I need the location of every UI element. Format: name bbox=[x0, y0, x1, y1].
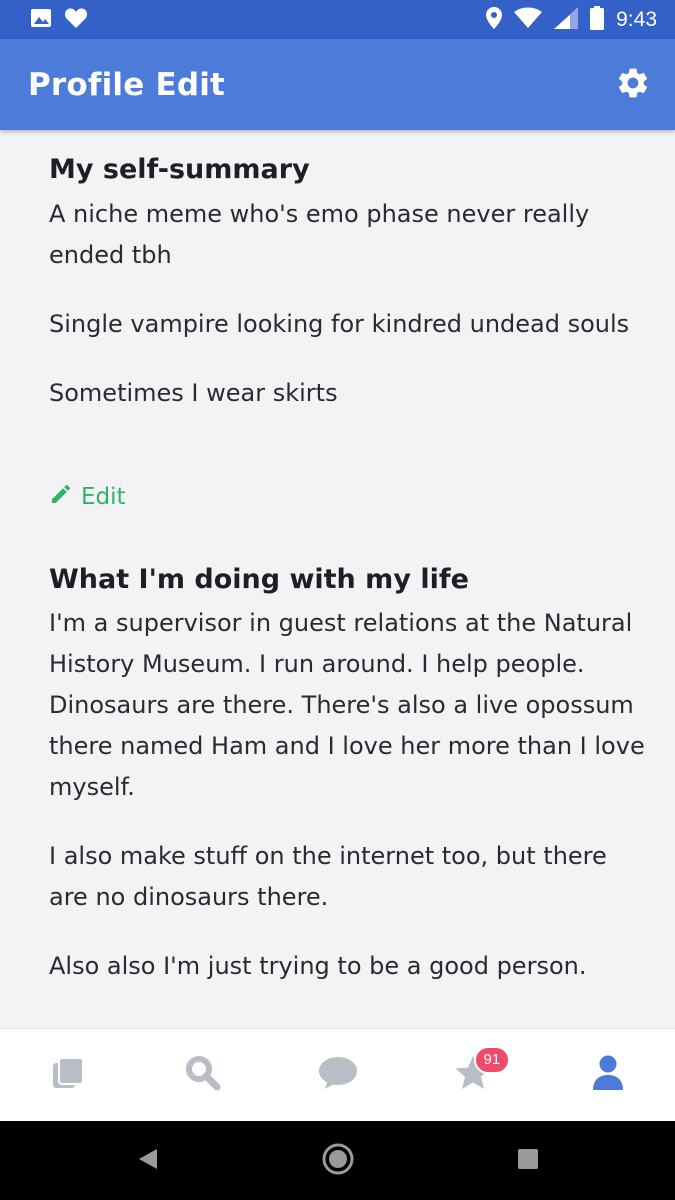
nav-search[interactable] bbox=[168, 1040, 238, 1110]
image-icon bbox=[30, 8, 52, 32]
chat-icon bbox=[318, 1055, 358, 1095]
self-summary-paragraph: Sometimes I wear skirts bbox=[49, 379, 338, 407]
battery-icon bbox=[590, 5, 605, 34]
pencil-icon bbox=[49, 482, 73, 512]
nav-likes[interactable]: 91 bbox=[438, 1040, 511, 1110]
life-body: I'm a supervisor in guest relations at t… bbox=[49, 603, 645, 987]
life-paragraph: I also make stuff on the internet too, b… bbox=[49, 842, 607, 911]
life-paragraph: I'm a supervisor in guest relations at t… bbox=[49, 609, 645, 801]
bottom-nav: 91 bbox=[0, 1028, 675, 1121]
section-title-life: What I'm doing with my life bbox=[49, 564, 469, 595]
edit-label: Edit bbox=[81, 484, 126, 510]
status-left bbox=[30, 7, 88, 33]
wifi-icon bbox=[514, 7, 543, 33]
cards-icon bbox=[50, 1055, 86, 1095]
back-triangle-icon bbox=[137, 1147, 159, 1175]
home-circle-icon bbox=[321, 1142, 355, 1180]
self-summary-paragraph: A niche meme who's emo phase never reall… bbox=[49, 200, 590, 269]
search-icon bbox=[184, 1054, 222, 1096]
life-paragraph: Also also I'm just trying to be a good p… bbox=[49, 952, 587, 980]
nav-cards[interactable] bbox=[33, 1040, 103, 1110]
home-button[interactable] bbox=[313, 1136, 363, 1186]
system-nav-bar bbox=[0, 1121, 675, 1200]
settings-button[interactable] bbox=[613, 65, 653, 105]
likes-count-badge: 91 bbox=[473, 1046, 511, 1074]
section-title-self-summary: My self-summary bbox=[49, 154, 310, 185]
page-title: Profile Edit bbox=[28, 66, 226, 103]
recents-button[interactable] bbox=[503, 1136, 553, 1186]
self-summary-paragraph: Single vampire looking for kindred undea… bbox=[49, 310, 630, 338]
status-right: 9:43 bbox=[486, 5, 657, 34]
app-bar: Profile Edit bbox=[0, 39, 675, 130]
location-icon bbox=[486, 6, 503, 33]
profile-icon bbox=[591, 1054, 625, 1096]
nav-messages[interactable] bbox=[303, 1040, 373, 1110]
self-summary-body: A niche meme who's emo phase never reall… bbox=[49, 194, 645, 414]
status-time: 9:43 bbox=[616, 7, 657, 31]
signal-icon bbox=[554, 6, 579, 33]
profile-content[interactable]: My self-summary A niche meme who's emo p… bbox=[0, 130, 675, 1028]
heart-icon bbox=[64, 7, 88, 33]
recents-square-icon bbox=[516, 1147, 540, 1175]
gear-icon bbox=[615, 65, 651, 105]
nav-profile[interactable] bbox=[573, 1040, 643, 1110]
back-button[interactable] bbox=[123, 1136, 173, 1186]
status-bar: 9:43 bbox=[0, 0, 675, 39]
edit-self-summary-button[interactable]: Edit bbox=[49, 482, 645, 512]
